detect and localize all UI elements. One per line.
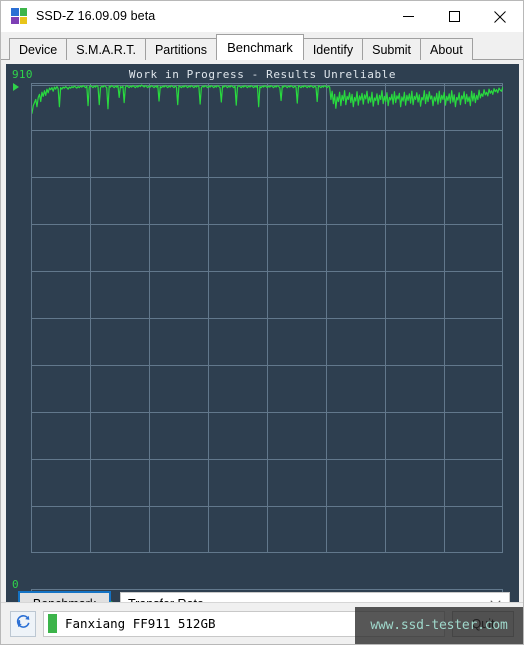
- tab-benchmark[interactable]: Benchmark: [216, 34, 304, 60]
- graph-container: Work in Progress - Results Unreliable 91…: [6, 64, 519, 624]
- y-axis-min-label: 0: [12, 578, 19, 591]
- close-button[interactable]: [477, 1, 523, 32]
- benchmark-panel: Work in Progress - Results Unreliable 91…: [1, 60, 523, 630]
- y-axis-max-label: 910: [12, 68, 33, 81]
- window-controls: [385, 1, 523, 32]
- tab-smart[interactable]: S.M.A.R.T.: [66, 38, 146, 60]
- refresh-button[interactable]: [10, 610, 36, 637]
- transfer-rate-plot: [31, 83, 503, 553]
- drive-name-label: Fanxiang FF911 512GB: [65, 616, 216, 631]
- tab-identify[interactable]: Identify: [302, 38, 364, 60]
- selected-drive-field[interactable]: Fanxiang FF911 512GB: [43, 610, 445, 637]
- tab-about[interactable]: About: [420, 38, 473, 60]
- transfer-rate-trace: [32, 84, 503, 114]
- application-window: SSD-Z 16.09.09 beta Device S.M.A.R.T. Pa…: [0, 0, 524, 645]
- status-bar: Fanxiang FF911 512GB Quit: [1, 602, 523, 644]
- ssd-z-logo-icon: [11, 8, 27, 24]
- quit-button[interactable]: Quit: [452, 610, 514, 637]
- drive-health-indicator: [48, 614, 57, 633]
- tab-device[interactable]: Device: [9, 38, 68, 60]
- window-title: SSD-Z 16.09.09 beta: [36, 9, 156, 23]
- title-bar: SSD-Z 16.09.09 beta: [1, 1, 523, 32]
- graph-caption: Work in Progress - Results Unreliable: [128, 68, 397, 81]
- tab-partitions[interactable]: Partitions: [144, 38, 218, 60]
- tab-submit[interactable]: Submit: [362, 38, 422, 60]
- refresh-icon: [16, 614, 31, 634]
- progress-marker-icon: [13, 83, 19, 91]
- transfer-rate-trace-svg: [32, 84, 503, 114]
- minimize-button[interactable]: [385, 1, 431, 32]
- tab-bar: Device S.M.A.R.T. Partitions Benchmark I…: [1, 32, 523, 60]
- maximize-button[interactable]: [431, 1, 477, 32]
